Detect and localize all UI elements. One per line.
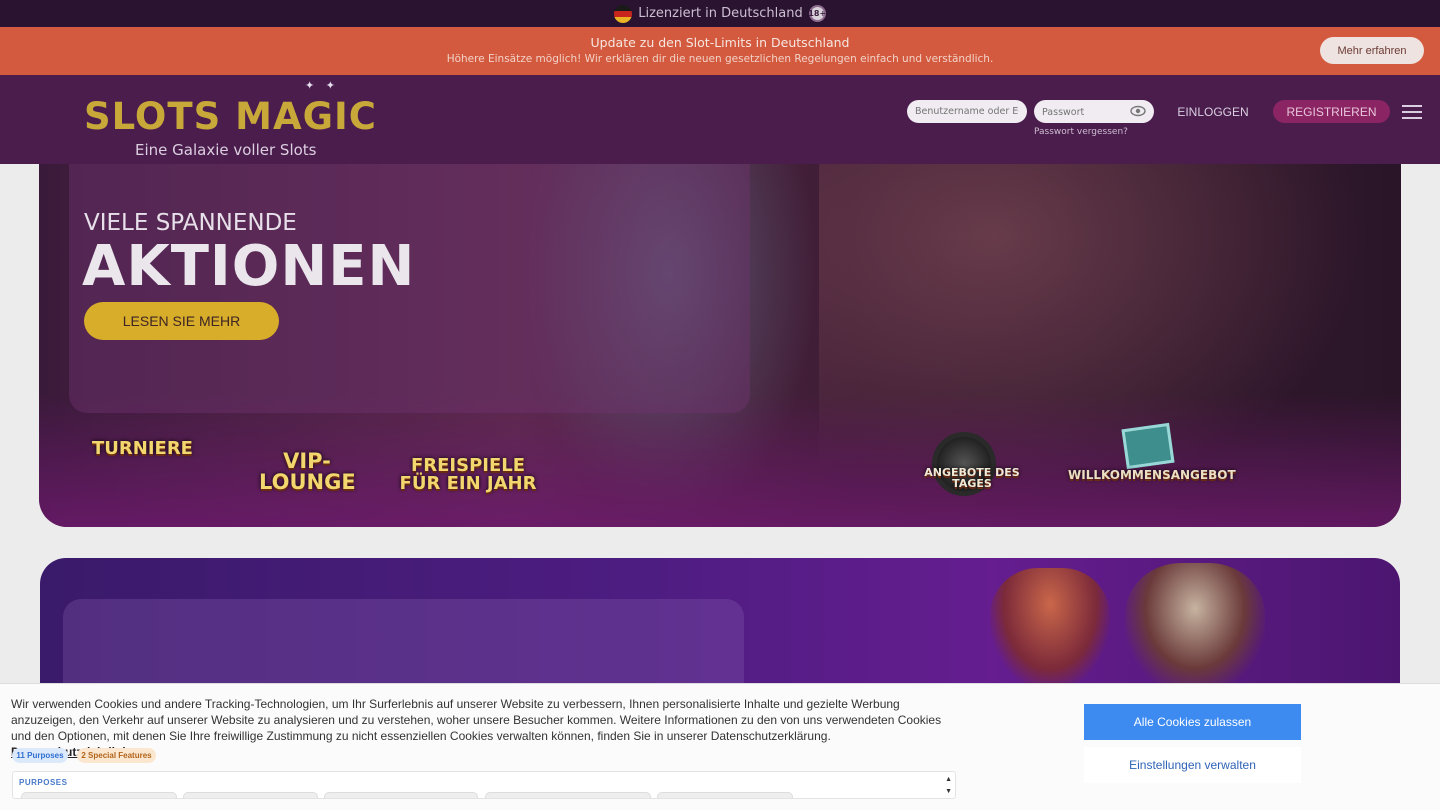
learn-more-button[interactable]: Mehr erfahren [1320,37,1424,64]
purposes-label: PURPOSES [19,778,68,787]
read-more-button[interactable]: LESEN SIE MEHR [84,302,279,340]
logo[interactable]: SLOTS MAGIC [84,95,377,138]
register-button[interactable]: REGISTRIEREN [1273,100,1390,123]
promo-vip-lounge[interactable]: VIP-LOUNGE [259,451,356,493]
purpose-chip [485,792,651,798]
password-field [1034,100,1154,124]
hamburger-menu-icon[interactable] [1402,105,1422,119]
hero-banner: VIELE SPANNENDE AKTIONEN LESEN SIE MEHR … [39,164,1401,527]
purposes-list[interactable]: PURPOSES ▲ ▼ [12,771,956,799]
password-input[interactable] [1034,101,1126,124]
accept-all-cookies-button[interactable]: Alle Cookies zulassen [1084,704,1301,740]
update-banner-title: Update zu den Slot-Limits in Deutschland [590,35,850,50]
special-features-tag[interactable]: 2 Special Features [77,748,156,763]
promo-welcome-offer[interactable]: WILLKOMMENSANGEBOT [1068,469,1236,481]
logo-stars-icon: ✦ ✦ [305,79,339,92]
license-bar: Lizenziert in Deutschland 18+ [0,0,1440,27]
username-input[interactable] [907,100,1027,123]
eye-icon[interactable] [1130,104,1146,118]
site-header: SLOTS MAGIC ✦ ✦ Eine Galaxie voller Slot… [0,75,1440,164]
purpose-chip [21,792,177,798]
gift-icon [1121,422,1175,470]
promo-free-spins[interactable]: FREISPIELE FÜR EIN JAHR [397,457,539,493]
purpose-chip [183,792,318,798]
update-banner: Update zu den Slot-Limits in Deutschland… [0,27,1440,75]
purpose-chip [657,792,793,798]
hero-subtitle: VIELE SPANNENDE [84,210,297,236]
cookie-consent-bar: Wir verwenden Cookies und andere Trackin… [0,683,1440,810]
scroll-arrows-icon[interactable]: ▲ ▼ [945,774,952,798]
promo-tournaments[interactable]: TURNIERE [92,440,193,458]
tagline: Eine Galaxie voller Slots [135,141,317,159]
update-banner-subtitle: Höhere Einsätze möglich! Wir erklären di… [446,53,994,65]
age-restriction-badge: 18+ [808,5,826,22]
germany-flag-icon [614,4,633,23]
hero-gradient [39,394,1401,527]
manage-settings-button[interactable]: Einstellungen verwalten [1084,747,1301,783]
purpose-chip [324,792,478,798]
login-button[interactable]: EINLOGGEN [1166,100,1260,123]
purposes-tag[interactable]: 11 Purposes [12,748,68,763]
forgot-password-link[interactable]: Passwort vergessen? [1034,127,1128,137]
license-text: Lizenziert in Deutschland [638,6,803,21]
promo-daily-offers[interactable]: ANGEBOTE DES TAGES [917,467,1027,489]
warrior-character-image [1125,563,1265,693]
hero-title: AKTIONEN [82,234,416,299]
archer-character-image [990,568,1110,688]
cookie-description: Wir verwenden Cookies und andere Trackin… [11,697,942,743]
